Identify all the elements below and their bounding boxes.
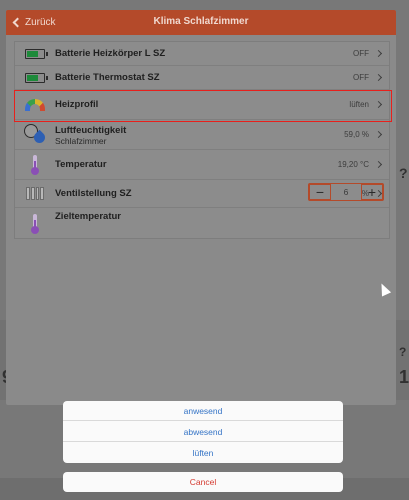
device-list: Batterie Heizkörper L SZ OFF Batterie Th… [14, 41, 390, 239]
radiator-icon [24, 183, 46, 205]
thermometer-icon [24, 213, 46, 235]
stepper-value: 6 [331, 184, 361, 200]
option-lueften[interactable]: lüften [63, 443, 343, 463]
row-value: OFF [353, 49, 369, 58]
cancel-button[interactable]: Cancel [63, 472, 343, 492]
climate-popup: Zurück Klima Schlafzimmer Batterie Heizk… [6, 10, 396, 405]
battery-icon [24, 43, 48, 65]
list-item-batterie-thermostat[interactable]: Batterie Thermostat SZ OFF [15, 66, 389, 90]
list-item-temperatur[interactable]: Temperatur 19,20 °C [15, 150, 389, 180]
option-anwesend[interactable]: anwesend [63, 401, 343, 421]
chevron-right-icon [374, 73, 383, 82]
row-label: Zieltemperatur [55, 211, 121, 222]
row-label: Temperatur [55, 159, 107, 170]
list-item-batterie-heizkoerper[interactable]: Batterie Heizkörper L SZ OFF [15, 42, 389, 66]
row-label: Luftfeuchtigkeit [55, 125, 127, 136]
chevron-right-icon [374, 130, 383, 139]
humidity-icon [24, 123, 48, 146]
selection-highlight [14, 90, 392, 122]
thermometer-icon [24, 154, 46, 176]
option-abwesend[interactable]: abwesend [63, 422, 343, 442]
action-sheet: anwesend abwesend lüften [63, 401, 343, 463]
target-temperature-stepper: − 6 + [308, 183, 384, 201]
row-sublabel: Schlafzimmer [55, 136, 107, 146]
popup-title: Klima Schlafzimmer [153, 16, 249, 27]
popup-header: Zurück Klima Schlafzimmer [6, 10, 396, 35]
chevron-right-icon [374, 49, 383, 58]
row-value: 59,0 % [344, 130, 369, 139]
row-label: Batterie Thermostat SZ [55, 72, 160, 83]
battery-icon [24, 67, 48, 89]
increase-button[interactable]: + [361, 184, 383, 200]
row-value: OFF [353, 73, 369, 82]
decrease-button[interactable]: − [309, 184, 331, 200]
list-item-luftfeuchtigkeit[interactable]: Luftfeuchtigkeit Schlafzimmer 59,0 % [15, 120, 389, 150]
row-label: Batterie Heizkörper L SZ [55, 48, 166, 59]
row-value: 19,20 °C [337, 160, 369, 169]
list-item-zieltemperatur: Zieltemperatur [15, 208, 389, 239]
row-label: Ventilstellung SZ [55, 188, 132, 199]
chevron-right-icon [374, 160, 383, 169]
